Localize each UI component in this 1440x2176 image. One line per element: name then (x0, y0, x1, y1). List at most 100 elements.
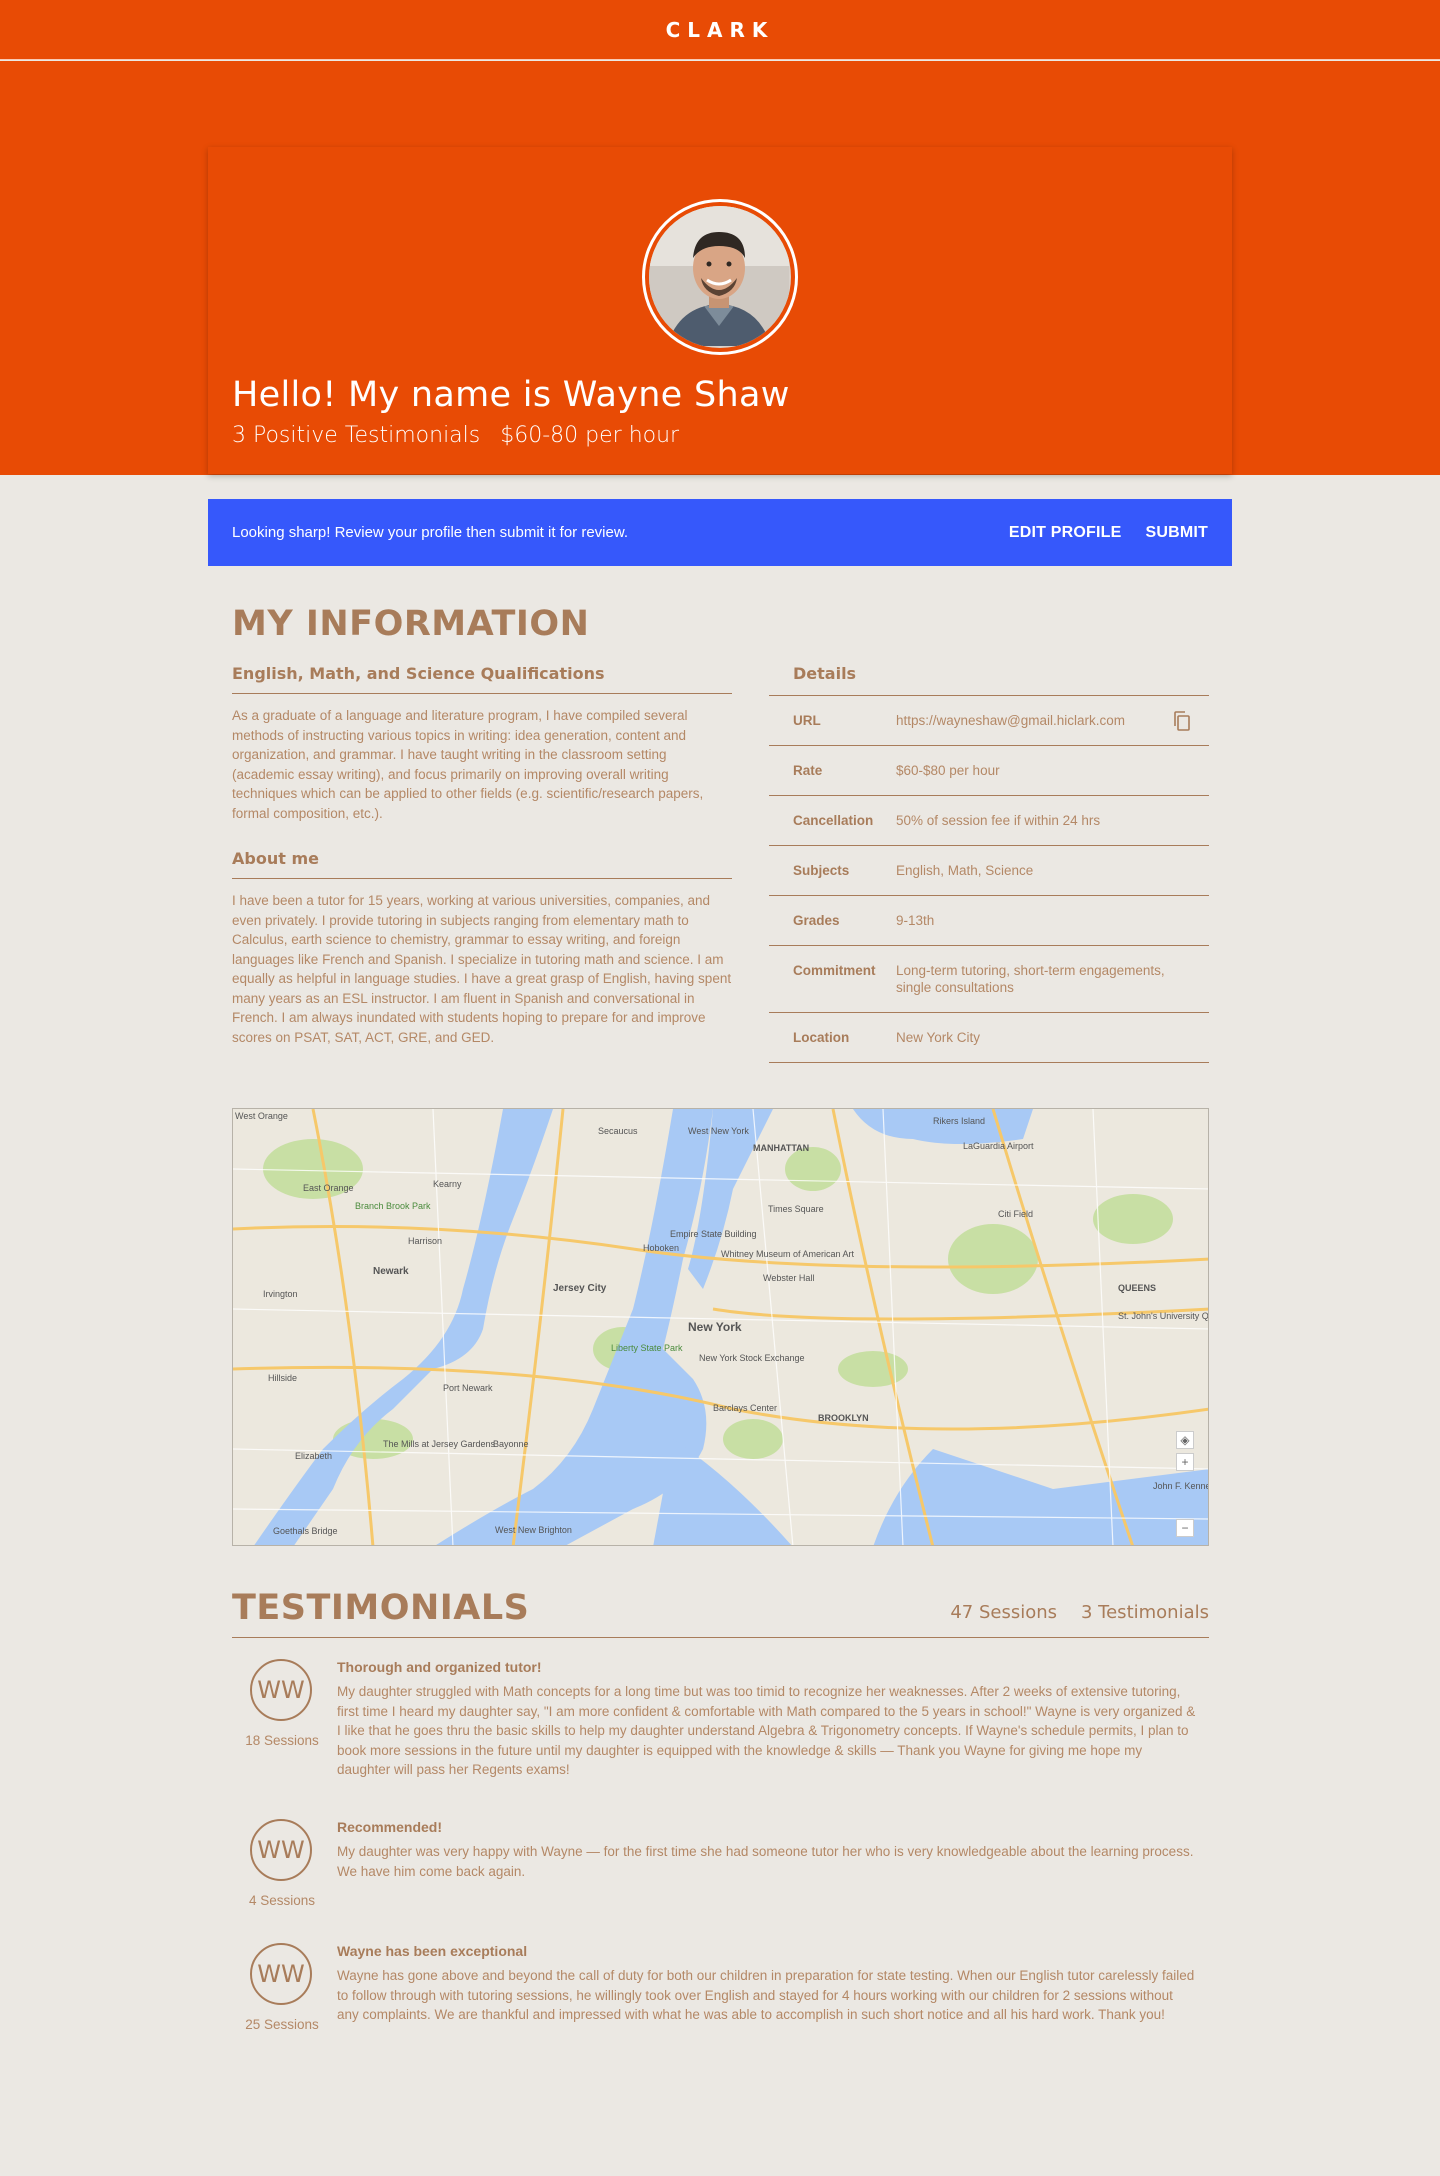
detail-key: Cancellation (793, 813, 874, 828)
detail-key: Grades (793, 913, 840, 928)
map-label: Webster Hall (763, 1273, 814, 1283)
testimonial-item: WW 18 Sessions Thorough and organized tu… (232, 1659, 1209, 1789)
reviewer-avatar: WW (250, 1819, 312, 1881)
testimonial-item: WW 4 Sessions Recommended! My daughter w… (232, 1819, 1209, 1909)
map-label: Branch Brook Park (355, 1201, 431, 1211)
map-label: John F. Kennedy International Airport (1153, 1481, 1209, 1491)
map-label: Hoboken (643, 1243, 679, 1253)
location-map[interactable]: West Orange Secaucus West New York MANHA… (232, 1108, 1209, 1546)
map-label: Irvington (263, 1289, 298, 1299)
about-me-heading: About me (232, 849, 732, 879)
map-graphic: West Orange Secaucus West New York MANHA… (233, 1109, 1209, 1545)
map-label: Barclays Center (713, 1403, 777, 1413)
map-label: Bayonne (493, 1439, 529, 1449)
testimonials-stats: 47 Sessions 3 Testimonials (950, 1602, 1209, 1623)
reviewer-sessions: 18 Sessions (245, 1733, 319, 1748)
detail-row-rate: Rate $60-$80 per hour (769, 746, 1209, 796)
map-label: Port Newark (443, 1383, 493, 1393)
map-label: Jersey City (553, 1283, 607, 1294)
testimonial-title: Recommended! (337, 1819, 443, 1835)
map-label: West New Brighton (495, 1525, 572, 1535)
map-label: New York Stock Exchange (699, 1353, 805, 1363)
profile-photo (649, 206, 791, 348)
map-label: West New York (688, 1126, 749, 1136)
banner-actions: EDIT PROFILE SUBMIT (1009, 524, 1208, 542)
detail-row-grades: Grades 9-13th (769, 896, 1209, 946)
testimonial-body: Wayne has gone above and beyond the call… (337, 1968, 1195, 2022)
map-label: Citi Field (998, 1209, 1033, 1219)
detail-row-subjects: Subjects English, Math, Science (769, 846, 1209, 896)
reviewer-avatar: WW (250, 1659, 312, 1721)
review-banner: Looking sharp! Review your profile then … (208, 499, 1232, 566)
map-label: Times Square (768, 1204, 824, 1214)
map-label: Secaucus (598, 1126, 638, 1136)
map-label: Elizabeth (295, 1451, 332, 1461)
profile-greeting: Hello! My name is Wayne Shaw (232, 375, 790, 415)
qualifications-text: As a graduate of a language and literatu… (232, 708, 704, 821)
detail-key: Rate (793, 763, 823, 778)
top-nav-bar: CLARK (0, 0, 1440, 60)
map-label: Kearny (433, 1179, 462, 1189)
edit-profile-button[interactable]: EDIT PROFILE (1009, 524, 1122, 542)
testimonial-title: Wayne has been exceptional (337, 1943, 528, 1959)
map-label: BROOKLYN (818, 1413, 869, 1423)
map-zoom-in-button[interactable]: + (1176, 1453, 1194, 1471)
map-label: Goethals Bridge (273, 1526, 338, 1536)
map-locate-button[interactable]: ◈ (1176, 1431, 1194, 1449)
testimonial-body: My daughter struggled with Math concepts… (337, 1684, 1196, 1777)
qualifications-heading: English, Math, and Science Qualification… (232, 664, 732, 694)
detail-value: $60-$80 per hour (896, 763, 1000, 778)
map-label: Newark (373, 1266, 409, 1277)
map-label: New York (688, 1320, 742, 1334)
my-information-title: MY INFORMATION (232, 604, 590, 644)
about-me-text: I have been a tutor for 15 years, workin… (232, 893, 732, 1045)
testimonial-count: 3 Positive Testimonials (232, 423, 481, 448)
map-label: MANHATTAN (753, 1143, 809, 1153)
detail-row-cancellation: Cancellation 50% of session fee if withi… (769, 796, 1209, 846)
submit-button[interactable]: SUBMIT (1145, 524, 1208, 542)
detail-value: New York City (896, 1030, 981, 1045)
map-label: St. John's University Queens Campus (1118, 1311, 1209, 1321)
testimonials-title: TESTIMONIALS (232, 1588, 530, 1628)
detail-value[interactable]: https://wayneshaw@gmail.hiclark.com (896, 712, 1186, 729)
testimonial-item: WW 25 Sessions Wayne has been exceptiona… (232, 1943, 1209, 2053)
map-label: Hillside (268, 1373, 297, 1383)
profile-hero-card: Hello! My name is Wayne Shaw 3 Positive … (208, 147, 1232, 474)
detail-key: Commitment (793, 963, 876, 978)
detail-value: 9-13th (896, 913, 935, 928)
detail-value: Long-term tutoring, short-term engagemen… (896, 963, 1165, 995)
reviewer-avatar: WW (250, 1943, 312, 2005)
detail-row-location: Location New York City (769, 1013, 1209, 1063)
detail-key: URL (793, 713, 821, 728)
map-label: Liberty State Park (611, 1343, 683, 1353)
map-label: East Orange (303, 1183, 354, 1193)
hourly-rate: $60-80 per hour (500, 423, 680, 448)
testimonial-body: My daughter was very happy with Wayne — … (337, 1844, 1194, 1879)
detail-row-url: URL https://wayneshaw@gmail.hiclark.com (769, 696, 1209, 746)
reviewer-sessions: 25 Sessions (245, 2017, 319, 2032)
map-label: Rikers Island (933, 1116, 985, 1126)
total-testimonials: 3 Testimonials (1081, 1602, 1209, 1623)
details-panel: Details URL https://wayneshaw@gmail.hicl… (769, 664, 1209, 1063)
map-label: The Mills at Jersey Gardens (383, 1439, 496, 1449)
copy-icon[interactable] (1171, 710, 1193, 732)
map-label: Empire State Building (670, 1229, 757, 1239)
avatar (642, 199, 798, 355)
details-heading: Details (769, 664, 1209, 696)
qualifications-column: English, Math, and Science Qualification… (232, 664, 732, 1047)
total-sessions: 47 Sessions (950, 1602, 1057, 1623)
map-label: Harrison (408, 1236, 442, 1246)
map-label: LaGuardia Airport (963, 1141, 1034, 1151)
testimonial-title: Thorough and organized tutor! (337, 1659, 542, 1675)
detail-row-commitment: Commitment Long-term tutoring, short-ter… (769, 946, 1209, 1013)
clark-logo[interactable]: CLARK (666, 18, 775, 42)
map-zoom-out-button[interactable]: − (1176, 1519, 1194, 1537)
reviewer-sessions: 4 Sessions (248, 1893, 316, 1908)
profile-summary: 3 Positive Testimonials $60-80 per hour (232, 423, 679, 448)
testimonials-header: TESTIMONIALS 47 Sessions 3 Testimonials (232, 1584, 1209, 1638)
map-label: Whitney Museum of American Art (721, 1249, 855, 1259)
map-label: QUEENS (1118, 1283, 1156, 1293)
banner-message: Looking sharp! Review your profile then … (232, 524, 629, 541)
detail-value: 50% of session fee if within 24 hrs (896, 813, 1101, 828)
map-label: West Orange (235, 1111, 288, 1121)
